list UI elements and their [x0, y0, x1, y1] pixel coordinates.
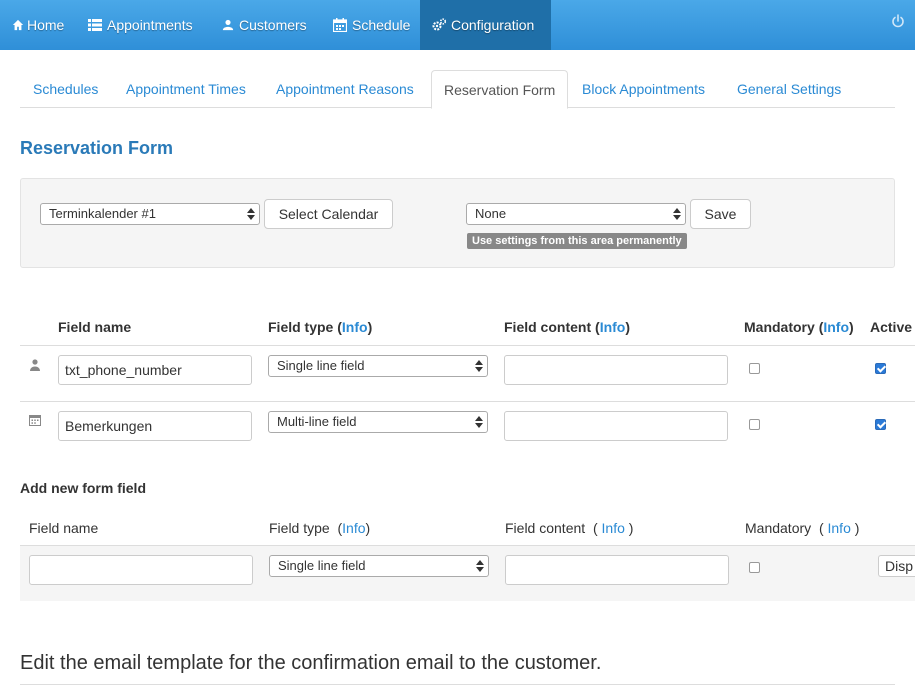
- top-navbar: Home Appointments Customers Schedule Con…: [0, 0, 915, 50]
- tab-appointment-times[interactable]: Appointment Times: [126, 70, 246, 108]
- section-divider: [20, 684, 895, 685]
- table-row: txt_phone_number Single line field: [20, 345, 915, 401]
- tab-appointment-reasons[interactable]: Appointment Reasons: [276, 70, 414, 108]
- home-icon: [12, 19, 24, 31]
- mandatory-checkbox[interactable]: [749, 363, 760, 374]
- add-mandatory-info-link[interactable]: Info: [828, 520, 851, 536]
- new-field-name-input[interactable]: [29, 555, 253, 585]
- nav-appointments-label: Appointments: [107, 17, 193, 33]
- select-arrows-icon: [673, 207, 681, 221]
- add-field-row: Single line field Disp: [20, 545, 915, 601]
- select-arrows-icon: [475, 359, 483, 373]
- field-content-info-link[interactable]: Info: [600, 319, 626, 335]
- field-type-value: Single line field: [277, 358, 365, 373]
- email-template-title: Edit the email template for the confirma…: [20, 652, 602, 674]
- nav-schedule[interactable]: Schedule: [333, 0, 410, 50]
- field-content-input[interactable]: [504, 355, 728, 385]
- mandatory-checkbox[interactable]: [749, 419, 760, 430]
- tab-reservation-form[interactable]: Reservation Form: [431, 70, 569, 109]
- mandatory-info-link[interactable]: Info: [823, 319, 849, 335]
- field-type-select[interactable]: Multi-line field: [268, 411, 488, 433]
- nav-home-label: Home: [27, 17, 65, 33]
- display-button[interactable]: Disp: [878, 555, 915, 577]
- active-checkbox[interactable]: [875, 363, 886, 374]
- calendar-select-value: Terminkalender #1: [49, 206, 156, 221]
- tab-general-settings[interactable]: General Settings: [737, 70, 841, 108]
- nav-configuration[interactable]: Configuration: [420, 0, 551, 50]
- table-row: Bemerkungen Multi-line field: [20, 401, 915, 457]
- add-header-mandatory: Mandatory ( Info ): [745, 520, 860, 536]
- add-header-field-content: Field content ( Info ): [505, 520, 634, 536]
- save-button[interactable]: Save: [690, 199, 751, 229]
- add-field-content-info-link[interactable]: Info: [602, 520, 625, 536]
- user-icon: [222, 19, 234, 31]
- header-field-name: Field name: [58, 319, 132, 335]
- add-header-field-name: Field name: [29, 520, 99, 536]
- area-select-value: None: [475, 206, 507, 221]
- new-field-content-input[interactable]: [505, 555, 729, 585]
- field-name-input[interactable]: txt_phone_number: [58, 355, 252, 385]
- area-select[interactable]: None: [466, 203, 686, 225]
- field-type-value: Multi-line field: [277, 414, 357, 429]
- nav-customers[interactable]: Customers: [222, 0, 307, 50]
- calendar-icon: [29, 415, 41, 426]
- power-icon[interactable]: [891, 14, 905, 28]
- field-content-input[interactable]: [504, 411, 728, 441]
- active-checkbox[interactable]: [875, 419, 886, 430]
- field-name-input[interactable]: Bemerkungen: [58, 411, 252, 441]
- calendar-icon: [333, 18, 347, 32]
- header-active: Active: [870, 319, 913, 335]
- nav-configuration-label: Configuration: [451, 17, 535, 33]
- nav-schedule-label: Schedule: [352, 17, 411, 33]
- config-tabs: Schedules Appointment Times Appointment …: [20, 70, 895, 109]
- field-type-select[interactable]: Single line field: [268, 355, 488, 377]
- new-field-type-value: Single line field: [278, 558, 366, 573]
- tab-block-appointments[interactable]: Block Appointments: [582, 70, 705, 108]
- select-arrows-icon: [476, 559, 484, 573]
- select-arrows-icon: [247, 207, 255, 221]
- header-field-content: Field content (Info): [504, 319, 631, 335]
- nav-appointments[interactable]: Appointments: [88, 0, 193, 50]
- header-field-type: Field type (Info): [268, 319, 373, 335]
- nav-customers-label: Customers: [239, 17, 307, 33]
- permanent-settings-hint: Use settings from this area permanently: [467, 233, 687, 249]
- calendar-select[interactable]: Terminkalender #1: [40, 203, 260, 225]
- field-type-info-link[interactable]: Info: [342, 319, 368, 335]
- list-icon: [88, 19, 102, 31]
- add-header-field-type: Field type (Info): [269, 520, 371, 536]
- add-field-title: Add new form field: [20, 480, 146, 496]
- new-field-mandatory-checkbox[interactable]: [749, 562, 760, 573]
- new-field-type-select[interactable]: Single line field: [269, 555, 489, 577]
- page-title: Reservation Form: [20, 138, 174, 158]
- tab-schedules[interactable]: Schedules: [33, 70, 98, 108]
- nav-home[interactable]: Home: [12, 0, 64, 50]
- add-field-type-info-link[interactable]: Info: [342, 520, 365, 536]
- user-icon: [30, 359, 40, 371]
- header-mandatory: Mandatory (Info): [744, 319, 854, 335]
- select-arrows-icon: [475, 415, 483, 429]
- select-calendar-button[interactable]: Select Calendar: [264, 199, 393, 229]
- gears-icon: [432, 18, 446, 31]
- calendar-settings-panel: Terminkalender #1 Select Calendar None S…: [20, 178, 895, 268]
